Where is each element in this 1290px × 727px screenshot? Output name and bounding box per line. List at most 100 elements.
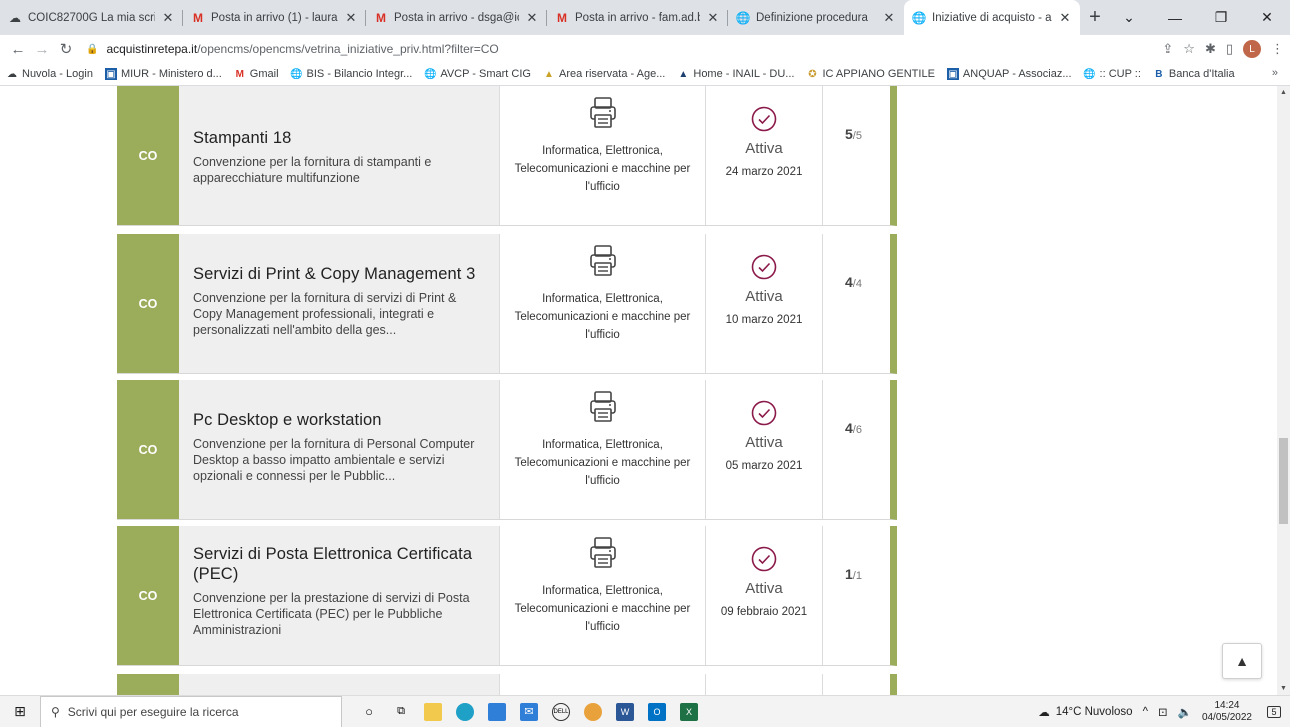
browser-tab-active[interactable]: 🌐 Iniziative di acquisto - acquis ✕ bbox=[904, 0, 1080, 35]
close-icon[interactable]: ✕ bbox=[1058, 10, 1072, 26]
forward-icon[interactable]: → bbox=[30, 41, 54, 58]
side-panel-icon[interactable]: ▯ bbox=[1226, 41, 1233, 57]
bookmark-label: :: CUP :: bbox=[1099, 68, 1141, 80]
bookmark-item[interactable]: ▲ Home - INAIL - DU... bbox=[677, 68, 794, 80]
bookmark-item[interactable]: 🌐 BIS - Bilancio Integr... bbox=[290, 68, 412, 80]
notifications-icon[interactable]: 5 bbox=[1262, 702, 1286, 722]
bookmark-star-icon[interactable]: ☆ bbox=[1183, 41, 1195, 57]
gmail-icon: M bbox=[235, 68, 244, 80]
lock-icon[interactable]: 🔒 bbox=[86, 44, 98, 55]
close-icon[interactable]: ✕ bbox=[525, 10, 539, 26]
chrome-icon[interactable] bbox=[584, 702, 602, 721]
gmail-icon: M bbox=[376, 10, 386, 25]
bookmark-item[interactable]: ✪ IC APPIANO GENTILE bbox=[806, 68, 935, 80]
bookmark-item[interactable]: 🌐:: CUP :: bbox=[1083, 68, 1141, 80]
menu-icon[interactable]: ⋮ bbox=[1271, 41, 1284, 57]
cortana-icon[interactable]: ○ bbox=[360, 703, 378, 721]
initiative-title[interactable]: Stampanti 18 bbox=[193, 128, 485, 148]
file-explorer-icon[interactable] bbox=[424, 702, 442, 721]
bookmark-item[interactable]: ☁ Nuvola - Login bbox=[6, 68, 93, 80]
initiative-title[interactable]: Servizi di Print & Copy Management 3 bbox=[193, 264, 485, 284]
bookmark-item[interactable]: B Banca d'Italia bbox=[1153, 68, 1234, 80]
close-icon[interactable]: ✕ bbox=[161, 10, 175, 26]
back-icon[interactable]: ← bbox=[6, 41, 30, 58]
edge-icon[interactable] bbox=[456, 702, 474, 721]
task-view-icon[interactable]: ⧉ bbox=[392, 703, 410, 721]
close-window-button[interactable]: ✕ bbox=[1244, 0, 1290, 35]
bookmark-item[interactable]: 🌐 AVCP - Smart CIG bbox=[424, 68, 531, 80]
extensions-icon[interactable]: ✱ bbox=[1205, 41, 1216, 57]
back-to-top-button[interactable]: ▲ bbox=[1222, 643, 1262, 679]
initiative-card[interactable] bbox=[117, 674, 897, 695]
volume-icon[interactable]: 🔈 bbox=[1178, 705, 1192, 719]
bookmark-item[interactable]: ▣ MIUR - Ministero d... bbox=[104, 68, 222, 80]
weather-label[interactable]: 14°C Nuvoloso bbox=[1056, 706, 1133, 718]
windows-start-icon[interactable]: ⊞ bbox=[0, 696, 40, 727]
clock[interactable]: 14:24 04/05/2022 bbox=[1202, 700, 1252, 724]
initiative-card[interactable]: CO Servizi di Print & Copy Management 3 … bbox=[117, 234, 897, 374]
network-icon[interactable]: ⊡ bbox=[1158, 705, 1168, 719]
bookmark-item[interactable]: M Gmail bbox=[234, 68, 279, 80]
bookmark-item[interactable]: ▣ ANQUAP - Associaz... bbox=[946, 68, 1072, 80]
printer-icon bbox=[500, 390, 705, 424]
store-icon[interactable] bbox=[488, 702, 506, 721]
weather-icon[interactable]: ☁ bbox=[1038, 705, 1050, 719]
word-icon[interactable]: W bbox=[616, 702, 634, 721]
browser-tab[interactable]: M Posta in arrivo (1) - laura.dr.la ✕ bbox=[183, 0, 366, 35]
gmail-icon: M bbox=[193, 10, 203, 25]
bank-icon: B bbox=[1155, 68, 1163, 80]
initiative-card[interactable]: CO Pc Desktop e workstation Convenzione … bbox=[117, 380, 897, 520]
reload-icon[interactable]: ↻ bbox=[54, 40, 78, 58]
page-scrollbar[interactable]: ▲ ▼ bbox=[1277, 86, 1290, 695]
count-total: /5 bbox=[852, 130, 862, 142]
printer-icon bbox=[500, 536, 705, 570]
initiative-description: Convenzione per la prestazione di serviz… bbox=[193, 591, 470, 637]
tab-search-icon[interactable]: ⌄ bbox=[1106, 0, 1152, 35]
status-label: Attiva bbox=[745, 434, 783, 451]
status-label: Attiva bbox=[745, 288, 783, 305]
bookmark-label: Area riservata - Age... bbox=[558, 68, 666, 80]
close-icon[interactable]: ✕ bbox=[706, 10, 720, 26]
restore-button[interactable]: ❐ bbox=[1198, 0, 1244, 35]
initiative-card[interactable]: CO Stampanti 18 Convenzione per la forni… bbox=[117, 86, 897, 226]
scrollbar-thumb[interactable] bbox=[1279, 438, 1288, 524]
bookmark-label: Nuvola - Login bbox=[22, 68, 93, 80]
profile-avatar[interactable]: L bbox=[1243, 40, 1261, 58]
mail-icon[interactable]: ✉ bbox=[520, 702, 538, 721]
dell-icon[interactable]: DELL bbox=[552, 702, 570, 721]
taskbar-search[interactable]: ⚲ Scrivi qui per eseguire la ricerca bbox=[40, 695, 342, 727]
bookmarks-overflow[interactable]: » bbox=[1272, 67, 1278, 79]
initiative-description: Convenzione per la fornitura di stampant… bbox=[193, 155, 432, 185]
browser-tab[interactable]: ☁ COIC82700G La mia scrivania ✕ bbox=[0, 0, 183, 35]
tab-title: Iniziative di acquisto - acquis bbox=[932, 11, 1052, 24]
share-icon[interactable]: ⇪ bbox=[1162, 41, 1173, 57]
initiative-count: 1/1 bbox=[823, 526, 890, 665]
inail-icon: ▲ bbox=[678, 68, 689, 80]
close-icon[interactable]: ✕ bbox=[344, 10, 358, 26]
initiative-title[interactable]: Pc Desktop e workstation bbox=[193, 410, 485, 430]
initiative-title[interactable]: Servizi di Posta Elettronica Certificata… bbox=[193, 544, 485, 584]
minimize-button[interactable]: — bbox=[1152, 0, 1198, 35]
initiative-type-badge bbox=[117, 674, 179, 695]
address-bar[interactable]: 🔒 acquistinretepa.it /opencms/opencms/ve… bbox=[86, 42, 499, 56]
close-icon[interactable]: ✕ bbox=[882, 10, 896, 26]
scroll-up-arrow[interactable]: ▲ bbox=[1277, 86, 1290, 99]
url-host: acquistinretepa.it bbox=[106, 42, 198, 56]
bookmark-label: Gmail bbox=[249, 68, 279, 80]
initiative-status: Attiva 05 marzo 2021 bbox=[705, 380, 823, 519]
gmail-icon: M bbox=[557, 10, 567, 25]
status-date: 05 marzo 2021 bbox=[725, 460, 803, 472]
bookmark-label: MIUR - Ministero d... bbox=[120, 68, 222, 80]
browser-tab[interactable]: 🌐 Definizione procedura ✕ bbox=[728, 0, 904, 35]
chevron-up-icon[interactable]: ^ bbox=[1143, 706, 1148, 718]
excel-icon[interactable]: X bbox=[680, 702, 698, 721]
category-label: Informatica, Elettronica, Telecomunicazi… bbox=[514, 585, 691, 633]
browser-tab[interactable]: M Posta in arrivo - dsga@icapp ✕ bbox=[366, 0, 547, 35]
scroll-down-arrow[interactable]: ▼ bbox=[1277, 682, 1290, 695]
outlook-icon[interactable]: O bbox=[648, 702, 666, 721]
browser-tab[interactable]: M Posta in arrivo - fam.ad.biffi@ ✕ bbox=[547, 0, 728, 35]
search-placeholder: Scrivi qui per eseguire la ricerca bbox=[67, 704, 239, 719]
bookmark-item[interactable]: ▲ Area riservata - Age... bbox=[543, 68, 665, 80]
printer-icon bbox=[500, 244, 705, 278]
initiative-card[interactable]: CO Servizi di Posta Elettronica Certific… bbox=[117, 526, 897, 666]
